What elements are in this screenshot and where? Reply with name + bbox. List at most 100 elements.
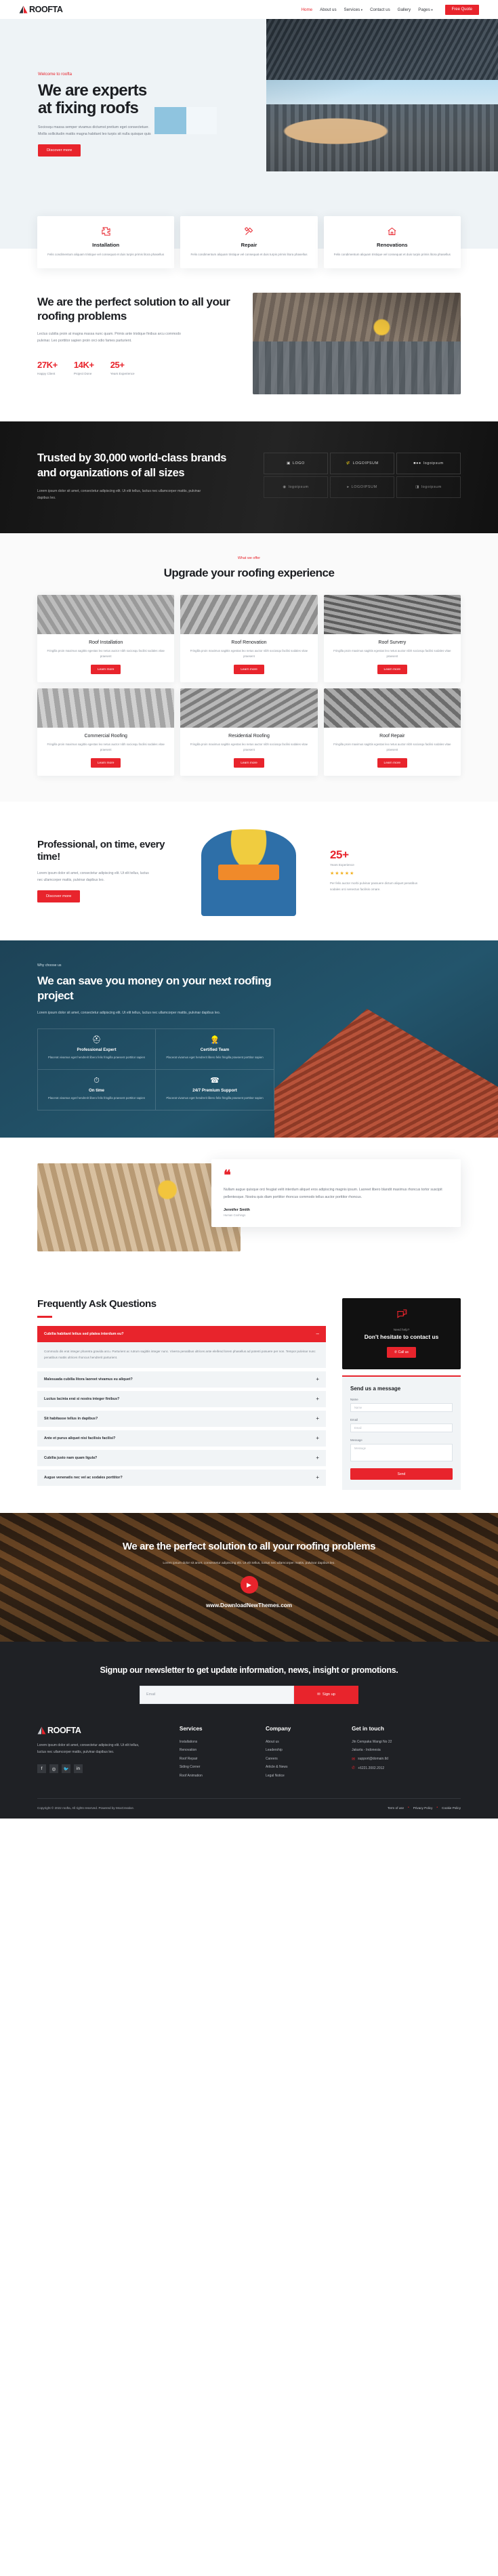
footer-column-heading: Get in touch xyxy=(352,1725,384,1732)
feature-title: Repair xyxy=(241,242,257,248)
feature-card-installation[interactable]: Installation Felis condimentum aliquam t… xyxy=(37,216,175,269)
logo-frame-icon: ◨ xyxy=(415,485,419,490)
newsletter-title: Signup our newsletter to get update info… xyxy=(100,1665,398,1676)
logo-wave-icon: ◉ xyxy=(283,485,287,490)
newsletter-email-input[interactable]: Email xyxy=(140,1685,294,1704)
stats-row: 27K+ Happy Client 14K+ Project Done 25+ … xyxy=(37,360,235,375)
name-label: Name xyxy=(350,1398,358,1402)
faq-item: Malesuada cubilia litora laoreet vivamus… xyxy=(37,1371,326,1388)
newsletter-signup-button[interactable]: ✉ Sign up xyxy=(294,1685,358,1704)
service-desc: Fringilla proin maximus sagittis egestas… xyxy=(333,648,451,658)
feature-card-repair[interactable]: Repair Felis condimentum aliquam tristiq… xyxy=(180,216,318,269)
service-card[interactable]: Roof Survery Fringilla proin maximus sag… xyxy=(323,594,461,683)
twitter-icon[interactable]: 🐦 xyxy=(62,1764,70,1774)
feature-desc: Felis condimentum aliquam tristique vel … xyxy=(333,253,451,256)
service-learn-more-button[interactable]: Learn more xyxy=(234,758,264,768)
term-of-use-link[interactable]: Term of use xyxy=(388,1806,404,1810)
service-image xyxy=(323,688,461,728)
feature-card-renovations[interactable]: Renovations Felis condimentum aliquam tr… xyxy=(323,216,461,269)
service-learn-more-button[interactable]: Learn more xyxy=(90,758,121,768)
footer-link[interactable]: Siding Corner xyxy=(180,1765,248,1769)
professional-worker-image xyxy=(185,825,314,917)
footer-link[interactable]: Roof Animation xyxy=(180,1774,248,1778)
service-card[interactable]: Roof Repair Fringilla proin maximus sagi… xyxy=(323,688,461,776)
logo-arrow-icon: ▸ xyxy=(347,485,350,490)
call-us-button[interactable]: ✆ Call us xyxy=(387,1347,416,1358)
testimonial-author-role: Human Coohings xyxy=(224,1213,246,1218)
footer-email[interactable]: ✉ support@domain.tld xyxy=(352,1757,461,1762)
why-title: We can save you money on your next roofi… xyxy=(37,974,272,1002)
envelope-icon: ✉ xyxy=(352,1757,356,1762)
copyright-text: Copyright © 2022 roofta, All rights rese… xyxy=(37,1806,135,1810)
service-desc: Fringilla proin maximus sagittis egestas… xyxy=(190,648,308,658)
testimonial-author-name: Jennifer Smith xyxy=(224,1208,250,1213)
stat-project-done: 14K+ Project Done xyxy=(73,359,94,375)
plus-icon: + xyxy=(316,1455,319,1461)
hero-title: We are experts at fixing roofs xyxy=(38,81,147,118)
nav-item-home[interactable]: Home xyxy=(302,7,313,12)
send-button[interactable]: Send xyxy=(350,1468,453,1480)
legal-links: Term of use • Privacy Policy • Cookie Po… xyxy=(388,1806,461,1810)
footer-link[interactable]: Article & News xyxy=(266,1765,334,1769)
name-field[interactable]: Name xyxy=(350,1403,453,1413)
feature-title: Renovations xyxy=(377,242,408,248)
main-nav: Home About us Services ▾ Contact us Galle… xyxy=(302,4,479,15)
hero-eyebrow: Welcome to roofta xyxy=(38,72,72,77)
plus-icon: + xyxy=(316,1396,319,1403)
cta-link[interactable]: www.DownloadNewThemes.com xyxy=(37,1602,461,1608)
free-quote-button[interactable]: Free Quote xyxy=(444,4,479,15)
facebook-icon[interactable]: f xyxy=(37,1764,46,1774)
nav-item-services[interactable]: Services ▾ xyxy=(344,7,363,12)
service-desc: Fringilla proin maximus sagittis egestas… xyxy=(333,743,451,752)
service-card[interactable]: Residential Roofing Fringilla proin maxi… xyxy=(180,688,318,776)
play-icon[interactable]: ▶ xyxy=(240,1576,258,1594)
footer-link[interactable]: About us xyxy=(266,1740,334,1744)
footer-link[interactable]: Renovation xyxy=(180,1748,248,1752)
footer-link[interactable]: Installations xyxy=(180,1740,248,1744)
service-card[interactable]: Commercial Roofing Fringilla proin maxim… xyxy=(37,688,175,776)
faq-question[interactable]: Cubilia justo nam quam ligula? + xyxy=(37,1450,326,1467)
faq-question[interactable]: Luctus lacinia erat si nostra integer fi… xyxy=(37,1391,326,1408)
message-field[interactable]: Message xyxy=(350,1444,453,1462)
faq-question[interactable]: Ante et purus aliquet nisi facilisis fac… xyxy=(37,1430,326,1447)
email-field[interactable]: Email xyxy=(350,1424,453,1433)
professional-discover-button[interactable]: Discover more xyxy=(37,890,81,903)
linkedin-icon[interactable]: in xyxy=(74,1764,83,1774)
footer-link[interactable]: Careers xyxy=(266,1757,334,1761)
footer-logo[interactable]: ROOFTA xyxy=(37,1726,162,1735)
logo-text: ROOFTA xyxy=(29,5,63,14)
footer-phone[interactable]: ✆ +6221.2002.2012 xyxy=(352,1766,461,1771)
team-icon: 👷 xyxy=(210,1036,220,1045)
hero-discover-button[interactable]: Discover more xyxy=(38,144,81,157)
nav-item-gallery[interactable]: Gallery xyxy=(398,7,411,12)
cookie-policy-link[interactable]: Cookie Policy xyxy=(442,1806,461,1810)
nav-item-pages[interactable]: Pages ▾ xyxy=(418,7,432,12)
service-card[interactable]: Roof Renovation Fringilla proin maximus … xyxy=(180,594,318,683)
services-eyebrow: What we offer xyxy=(237,556,261,560)
service-card[interactable]: Roof Installation Fringilla proin maximu… xyxy=(37,594,175,683)
service-learn-more-button[interactable]: Learn more xyxy=(377,758,408,768)
footer-link[interactable]: Roof Repair xyxy=(180,1757,248,1761)
house-icon xyxy=(332,226,453,237)
service-title: Commercial Roofing xyxy=(84,734,127,739)
footer-link[interactable]: Legal Notice xyxy=(266,1774,334,1778)
faq-question[interactable]: Augue venenatis nec vel ac sodales portt… xyxy=(37,1470,326,1487)
privacy-policy-link[interactable]: Privacy Policy xyxy=(413,1806,433,1810)
service-learn-more-button[interactable]: Learn more xyxy=(234,665,264,675)
site-footer: Signup our newsletter to get update info… xyxy=(0,1642,498,1819)
service-learn-more-button[interactable]: Learn more xyxy=(377,665,408,675)
faq-question[interactable]: Malesuada cubilia litora laoreet vivamus… xyxy=(37,1371,326,1388)
testimonial-text: Nullam augue quisque orci feugiat velit … xyxy=(224,1188,442,1199)
footer-link[interactable]: Leadership xyxy=(266,1748,334,1752)
service-learn-more-button[interactable]: Learn more xyxy=(90,665,121,675)
why-eyebrow: Why choose us xyxy=(37,963,62,968)
instagram-icon[interactable]: ◎ xyxy=(49,1764,58,1774)
phone-icon: ✆ xyxy=(352,1766,356,1771)
faq-question[interactable]: Cubilia habitant letius sed platea inter… xyxy=(37,1325,326,1342)
faq-question[interactable]: Sit habitasse tellus in dapibus? + xyxy=(37,1411,326,1428)
message-label: Message xyxy=(350,1438,362,1442)
nav-item-contact[interactable]: Contact us xyxy=(370,7,390,12)
minus-icon: – xyxy=(316,1330,319,1337)
nav-item-about[interactable]: About us xyxy=(320,7,336,12)
logo[interactable]: ROOFTA xyxy=(19,5,63,14)
